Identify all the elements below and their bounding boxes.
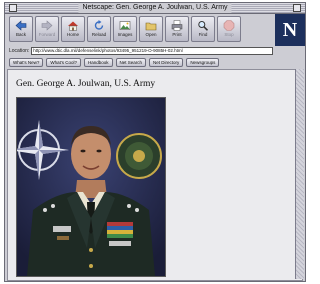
print-button[interactable]: Print [165,16,189,42]
portrait-image [16,97,166,277]
portrait-photo [17,98,165,276]
command-seal [116,133,162,179]
navigation-toolbar: Back Forward Home Reload Images Open Pri… [9,16,241,44]
directory-buttons: What's New? What's Cool? Handbook Net Se… [9,58,220,67]
close-box[interactable] [9,4,17,12]
print-label: Print [172,32,182,37]
home-label: Home [66,32,79,37]
open-label: Open [145,32,157,37]
netscape-logo[interactable]: N [275,14,305,46]
images-button[interactable]: Images [113,16,137,42]
reload-label: Reload [91,32,107,37]
page-heading: Gen. George A. Joulwan, U.S. Army [16,79,156,89]
location-label: Location: [9,47,30,54]
open-button[interactable]: Open [139,16,163,42]
images-icon [119,21,131,30]
vertical-scrollbar[interactable] [295,69,304,279]
find-icon [198,21,209,31]
browser-window: Netscape: Gen. George A. Joulwan, U.S. A… [4,2,306,282]
handbook-button[interactable]: Handbook [84,58,113,67]
home-icon [68,21,78,31]
home-button[interactable]: Home [61,16,85,42]
whats-cool-button[interactable]: What's Cool? [46,58,81,67]
find-label: Find [198,32,208,37]
title-bar[interactable]: Netscape: Gen. George A. Joulwan, U.S. A… [5,3,305,14]
stop-icon [223,20,235,31]
stop-button[interactable]: Stop [217,16,241,42]
window-title: Netscape: Gen. George A. Joulwan, U.S. A… [78,3,232,13]
back-button[interactable]: Back [9,16,33,42]
net-directory-button[interactable]: Net Directory [149,58,184,67]
location-bar: Location: http://www.dtic.dla.mil/defens… [9,46,273,55]
page-content: Gen. George A. Joulwan, U.S. Army [7,69,303,281]
newsgroups-button[interactable]: Newsgroups [186,58,220,67]
open-icon [145,22,157,31]
stop-label: Stop [224,32,234,37]
forward-arrow-icon [41,20,53,31]
print-icon [171,20,183,31]
zoom-box[interactable] [293,4,301,12]
whats-new-button[interactable]: What's New? [9,58,44,67]
reload-icon [94,20,104,30]
reload-button[interactable]: Reload [87,16,111,42]
forward-label: Forward [38,32,56,37]
net-search-button[interactable]: Net Search [115,58,147,67]
images-label: Images [117,32,133,37]
back-arrow-icon [15,20,27,31]
back-label: Back [15,32,26,37]
ribbon-rack [107,222,133,246]
location-input[interactable]: http://www.dtic.dla.mil/defenselink/phot… [31,46,273,55]
forward-button[interactable]: Forward [35,16,59,42]
find-button[interactable]: Find [191,16,215,42]
